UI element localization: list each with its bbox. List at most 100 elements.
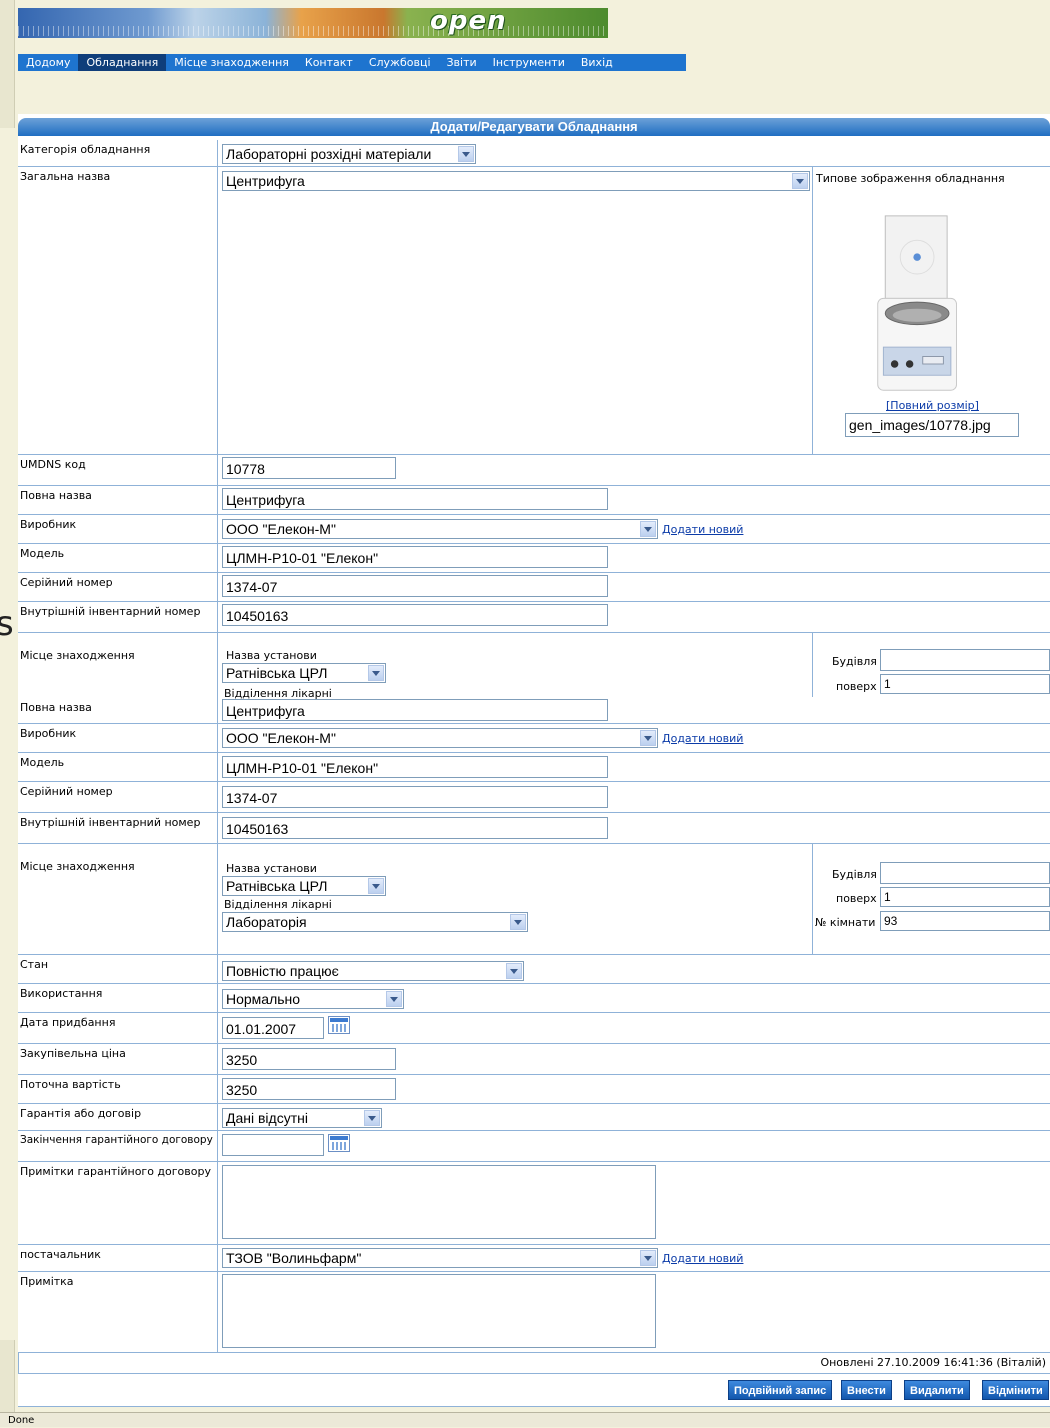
note-textarea[interactable] [222, 1274, 656, 1348]
facility-label: Назва установи [226, 649, 317, 662]
row-usage: Використання Нормально [18, 984, 1050, 1013]
menu-item-location[interactable]: Місце знаходження [166, 54, 297, 71]
current-value-field[interactable]: 3250 [222, 1078, 396, 1100]
menu-item-employees[interactable]: Службовці [361, 54, 439, 71]
supplier-label: постачальник [18, 1245, 218, 1271]
warranty-select[interactable]: Дані відсутні [222, 1108, 382, 1128]
umdns-field[interactable]: 10778 [222, 457, 396, 479]
facility-select-2[interactable]: Ратнівська ЦРЛ [222, 876, 386, 896]
menu-item-home[interactable]: Додому [18, 54, 78, 71]
row-current-value: Поточна вартість 3250 [18, 1075, 1050, 1104]
supplier-select[interactable]: ТЗОВ "Волиньфарм" [222, 1248, 658, 1268]
chevron-down-icon [368, 878, 384, 894]
submit-button[interactable]: Внести [841, 1380, 892, 1400]
stray-glyph: s [0, 604, 14, 644]
row-location: Місце знаходження Назва установи Ратнівс… [18, 844, 1050, 955]
delete-button[interactable]: Видалити [904, 1380, 970, 1400]
model-label: Модель [18, 544, 218, 572]
row-warranty-notes: Примітки гарантійного договору [18, 1162, 1050, 1245]
left-margin-bar-bottom [0, 1340, 15, 1412]
department-select[interactable]: Лабораторія [222, 912, 528, 932]
serial-field[interactable]: 1374-07 [222, 575, 608, 597]
serial-label-2: Серійний номер [18, 782, 218, 812]
warranty-end-field[interactable] [222, 1134, 324, 1156]
manufacturer-label-2: Виробник [18, 724, 218, 752]
manufacturer-select[interactable]: ООО "Елекон-М" [222, 519, 658, 539]
warranty-end-label: Закінчення гарантійного договору [18, 1131, 218, 1161]
updated-info: Оновлені 27.10.2009 16:41:36 (Віталій) [820, 1356, 1046, 1369]
status-label: Стан [18, 955, 218, 983]
cancel-button[interactable]: Відмінити [982, 1380, 1049, 1400]
model-field-2[interactable]: ЦЛМН-Р10-01 "Елекон" [222, 756, 608, 778]
full-name-field[interactable]: Центрифуга [222, 488, 608, 510]
serial-field-2[interactable]: 1374-07 [222, 786, 608, 808]
equipment-form: Додати/Редагувати Обладнання Категорія о… [18, 114, 1050, 1407]
add-manufacturer-link[interactable]: Додати новий [662, 523, 743, 536]
row-model: Модель ЦЛМН-Р10-01 "Елекон" [18, 544, 1050, 573]
add-supplier-link[interactable]: Додати новий [662, 1252, 743, 1265]
browser-statusbar: Done [0, 1412, 1050, 1427]
manufacturer-select-2[interactable]: ООО "Елекон-М" [222, 728, 658, 748]
inventory-label-2: Внутрішній інвентарний номер [18, 813, 218, 843]
building-field[interactable] [880, 649, 1050, 671]
generic-name-select[interactable]: Центрифуга [222, 171, 810, 191]
purchase-price-field[interactable]: 3250 [222, 1048, 396, 1070]
location-label: Місце знаходження [18, 633, 218, 697]
status-select[interactable]: Повністю працює [222, 961, 524, 981]
room-field[interactable]: 93 [880, 911, 1050, 931]
purchase-price-label: Закупівельна ціна [18, 1044, 218, 1074]
row-actions: Подвійний запис Внести Видалити Відмінит… [18, 1374, 1050, 1407]
purchase-date-label: Дата придбання [18, 1013, 218, 1043]
calendar-icon[interactable] [328, 1134, 350, 1152]
header-banner: open MEDIS [18, 8, 608, 38]
typical-image-label: Типове зображення обладнання [816, 172, 1005, 185]
menu-item-equipment[interactable]: Обладнання [78, 54, 167, 71]
row-location-overlap: Місце знаходження Назва установи Ратнівс… [18, 633, 1050, 700]
full-name-field-2[interactable]: Центрифуга [222, 699, 608, 721]
chevron-down-icon [368, 665, 384, 681]
warranty-notes-label: Примітки гарантійного договору [18, 1162, 218, 1244]
floor-field-2[interactable]: 1 [880, 887, 1050, 907]
floor-field[interactable]: 1 [880, 674, 1050, 694]
chevron-down-icon [458, 146, 474, 162]
inventory-field[interactable]: 10450163 [222, 604, 608, 626]
full-name-label: Повна назва [18, 486, 218, 514]
full-size-link[interactable]: [Повний розмір] [886, 399, 979, 412]
purchase-date-field[interactable]: 01.01.2007 [222, 1017, 324, 1039]
centrifuge-image[interactable] [874, 211, 964, 397]
duplicate-button[interactable]: Подвійний запис [728, 1380, 833, 1400]
row-manufacturer-2: Виробник ООО "Елекон-М" Додати новий [18, 724, 1050, 753]
left-margin [0, 0, 18, 1412]
calendar-icon[interactable] [328, 1016, 350, 1034]
department-label-2: Відділення лікарні [224, 898, 332, 911]
floor-label-2: поверх [836, 892, 877, 905]
row-umdns: UMDNS код 10778 [18, 455, 1050, 486]
row-manufacturer: Виробник ООО "Елекон-М" Додати новий [18, 515, 1050, 544]
inventory-field-2[interactable]: 10450163 [222, 817, 608, 839]
building-label-2: Будівля [832, 868, 877, 881]
building-field-2[interactable] [880, 862, 1050, 884]
facility-select[interactable]: Ратнівська ЦРЛ [222, 663, 386, 683]
floor-label: поверх [836, 680, 877, 693]
row-status: Стан Повністю працює [18, 955, 1050, 984]
chevron-down-icon [792, 173, 808, 189]
row-purchase-price: Закупівельна ціна 3250 [18, 1044, 1050, 1075]
chevron-down-icon [640, 1250, 656, 1266]
add-manufacturer-link-2[interactable]: Додати новий [662, 732, 743, 745]
menu-item-contact[interactable]: Контакт [297, 54, 361, 71]
row-supplier: постачальник ТЗОВ "Волиньфарм" Додати но… [18, 1245, 1050, 1272]
facility-label-2: Назва установи [226, 862, 317, 875]
usage-select[interactable]: Нормально [222, 989, 404, 1009]
warranty-notes-textarea[interactable] [222, 1165, 656, 1239]
chevron-down-icon [506, 963, 522, 979]
image-path-field[interactable]: gen_images/10778.jpg [845, 413, 1019, 437]
row-purchase-date: Дата придбання 01.01.2007 [18, 1013, 1050, 1044]
menu-item-reports[interactable]: Звіти [439, 54, 485, 71]
inventory-label: Внутрішній інвентарний номер [18, 602, 218, 632]
menu-item-tools[interactable]: Інструменти [485, 54, 573, 71]
category-select[interactable]: Лабораторні розхідні матеріали [222, 144, 476, 164]
model-field[interactable]: ЦЛМН-Р10-01 "Елекон" [222, 546, 608, 568]
current-value-label: Поточна вартість [18, 1075, 218, 1103]
chevron-down-icon [640, 730, 656, 746]
menu-item-exit[interactable]: Вихід [573, 54, 621, 71]
